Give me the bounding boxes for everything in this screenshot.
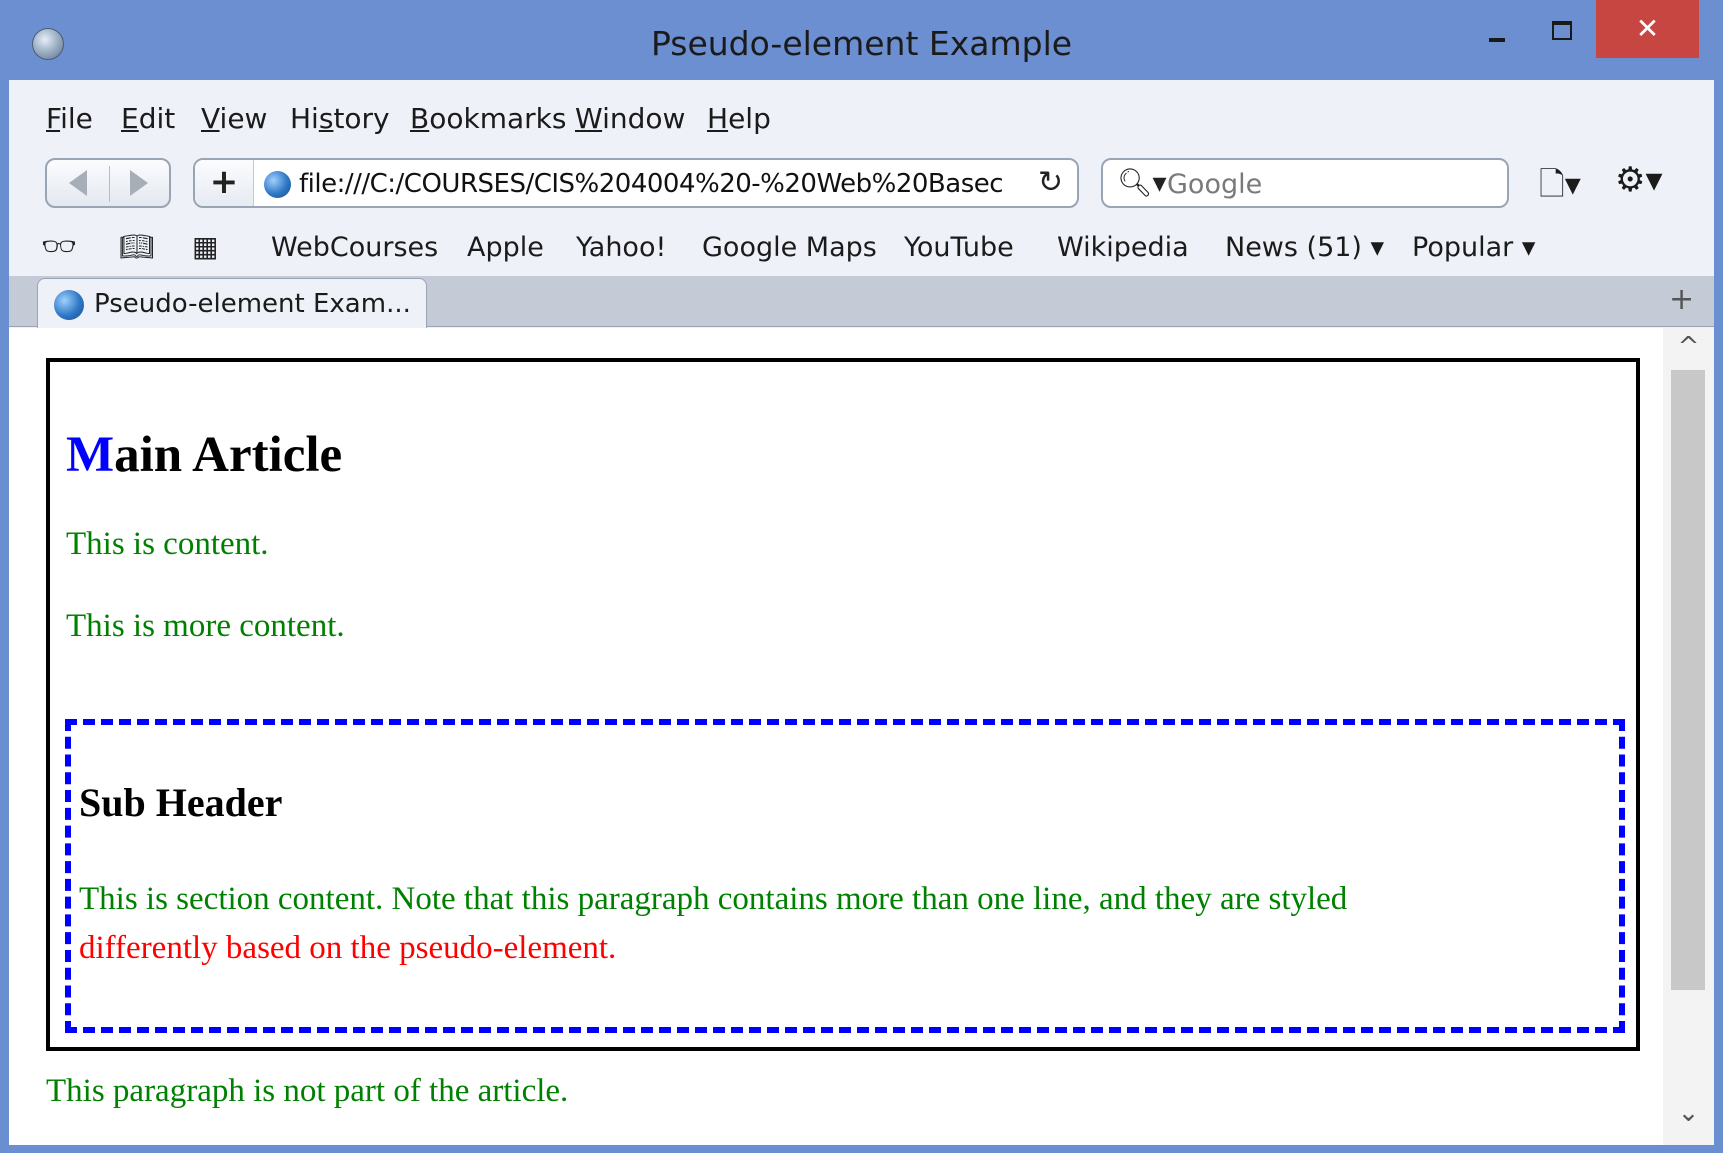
menu-history-label: tory [333, 102, 390, 135]
section-box: Sub Header This is section content. Note… [65, 719, 1625, 1033]
reload-icon[interactable]: ↻ [1038, 165, 1063, 200]
search-icon[interactable]: 🔍︎▾ [1117, 166, 1167, 199]
address-bar[interactable]: + file:///C:/COURSES/CIS%204004%20-%20We… [193, 158, 1079, 208]
tab-globe-icon [54, 290, 84, 320]
bookmark-google-maps[interactable]: Google Maps [702, 232, 877, 263]
close-button[interactable]: ✕ [1596, 0, 1699, 58]
menu-file-label: ile [60, 102, 93, 135]
tab-label: Pseudo-element Exam... [94, 289, 411, 319]
menu-file[interactable]: File [46, 102, 93, 135]
menu-bookmarks[interactable]: Bookmarks [410, 102, 566, 135]
menu-window-label: indow [602, 102, 686, 135]
article-paragraph-2: This is more content. [66, 608, 345, 644]
globe-icon [264, 171, 291, 198]
bookmarks-bar: 👓︎ 📖︎ ▦ WebCourses Apple Yahoo! Google M… [9, 218, 1714, 276]
menu-history-pre: Hi [290, 102, 319, 135]
sub-header: Sub Header [79, 780, 283, 825]
reading-glasses-icon[interactable]: 👓︎ [41, 230, 77, 263]
outside-paragraph: This paragraph is not part of the articl… [46, 1073, 569, 1109]
scroll-up-arrow-icon[interactable]: ^ [1663, 332, 1714, 368]
menu-history-mnemonic: s [318, 102, 334, 135]
menu-help-mnemonic: H [707, 102, 729, 135]
new-tab-button[interactable]: + [1669, 282, 1694, 317]
forward-arrow-icon[interactable] [130, 170, 148, 196]
menu-help-label: elp [728, 102, 771, 135]
menu-view-label: iew [219, 102, 268, 135]
top-sites-grid-icon[interactable]: ▦ [192, 230, 218, 263]
article-paragraph-1: This is content. [66, 526, 269, 562]
url-field[interactable]: file:///C:/COURSES/CIS%204004%20-%20Web%… [299, 169, 1009, 199]
bookmark-youtube[interactable]: YouTube [904, 232, 1014, 263]
minimize-button[interactable] [1465, 0, 1525, 58]
back-arrow-icon[interactable] [69, 170, 87, 196]
book-icon[interactable]: 📖︎ [119, 230, 155, 263]
menu-edit[interactable]: Edit [121, 102, 175, 135]
bookmark-news-menu[interactable]: News (51) ▾ [1225, 232, 1384, 263]
bookmark-yahoo[interactable]: Yahoo! [576, 232, 666, 263]
page-viewport: Main Article This is content. This is mo… [9, 328, 1714, 1145]
scroll-down-arrow-icon[interactable]: ⌄ [1663, 1098, 1714, 1134]
search-field[interactable]: 🔍︎▾ Google [1101, 158, 1509, 208]
bookmark-webcourses[interactable]: WebCourses [271, 232, 438, 263]
menu-history[interactable]: History [290, 102, 390, 135]
heading-first-letter: M [66, 427, 115, 483]
page-menu-icon[interactable]: 🗋▾ [1539, 162, 1581, 216]
minimize-icon [1489, 38, 1505, 42]
scroll-thumb[interactable] [1671, 370, 1705, 990]
article-box: Main Article This is content. This is mo… [46, 358, 1640, 1051]
menu-window[interactable]: Window [575, 102, 685, 135]
bookmark-popular-menu[interactable]: Popular ▾ [1412, 232, 1535, 263]
menu-view-mnemonic: V [201, 102, 220, 135]
menu-edit-mnemonic: E [121, 102, 139, 135]
menu-view[interactable]: View [201, 102, 267, 135]
add-bookmark-button[interactable]: + [195, 160, 254, 206]
tab-pseudo-element-example[interactable]: Pseudo-element Exam... [37, 278, 427, 328]
main-article-heading: Main Article [66, 426, 342, 484]
menu-bar: File Edit View History Bookmarks Window … [9, 80, 1714, 158]
section-paragraph-line-2: differently based on the pseudo-element. [79, 930, 617, 966]
menu-help[interactable]: Help [707, 102, 771, 135]
bookmark-apple[interactable]: Apple [467, 232, 544, 263]
title-bar[interactable]: Pseudo-element Example ✕ [0, 0, 1723, 80]
menu-bookmarks-label: ookmarks [429, 102, 567, 135]
menu-window-mnemonic: W [575, 102, 603, 135]
browser-frame: File Edit View History Bookmarks Window … [9, 80, 1714, 1145]
back-forward-group [45, 158, 171, 208]
heading-rest: ain Article [114, 427, 343, 483]
nav-separator [109, 166, 110, 202]
maximize-icon [1552, 21, 1572, 40]
browser-window: Pseudo-element Example ✕ File Edit View … [0, 0, 1723, 1153]
menu-file-mnemonic: F [46, 102, 61, 135]
gear-menu-icon[interactable]: ⚙▾ [1615, 160, 1663, 200]
menu-edit-label: dit [138, 102, 176, 135]
tab-strip: Pseudo-element Exam... + [9, 276, 1714, 328]
search-placeholder: Google [1167, 169, 1263, 200]
menu-bookmarks-mnemonic: B [410, 102, 430, 135]
section-paragraph: This is section content. Note that this … [79, 875, 1559, 973]
bookmark-wikipedia[interactable]: Wikipedia [1057, 232, 1189, 263]
section-paragraph-line-1: This is section content. Note that this … [79, 881, 1348, 917]
vertical-scrollbar[interactable]: ^ ⌄ [1663, 328, 1714, 1145]
maximize-button[interactable] [1530, 0, 1592, 58]
